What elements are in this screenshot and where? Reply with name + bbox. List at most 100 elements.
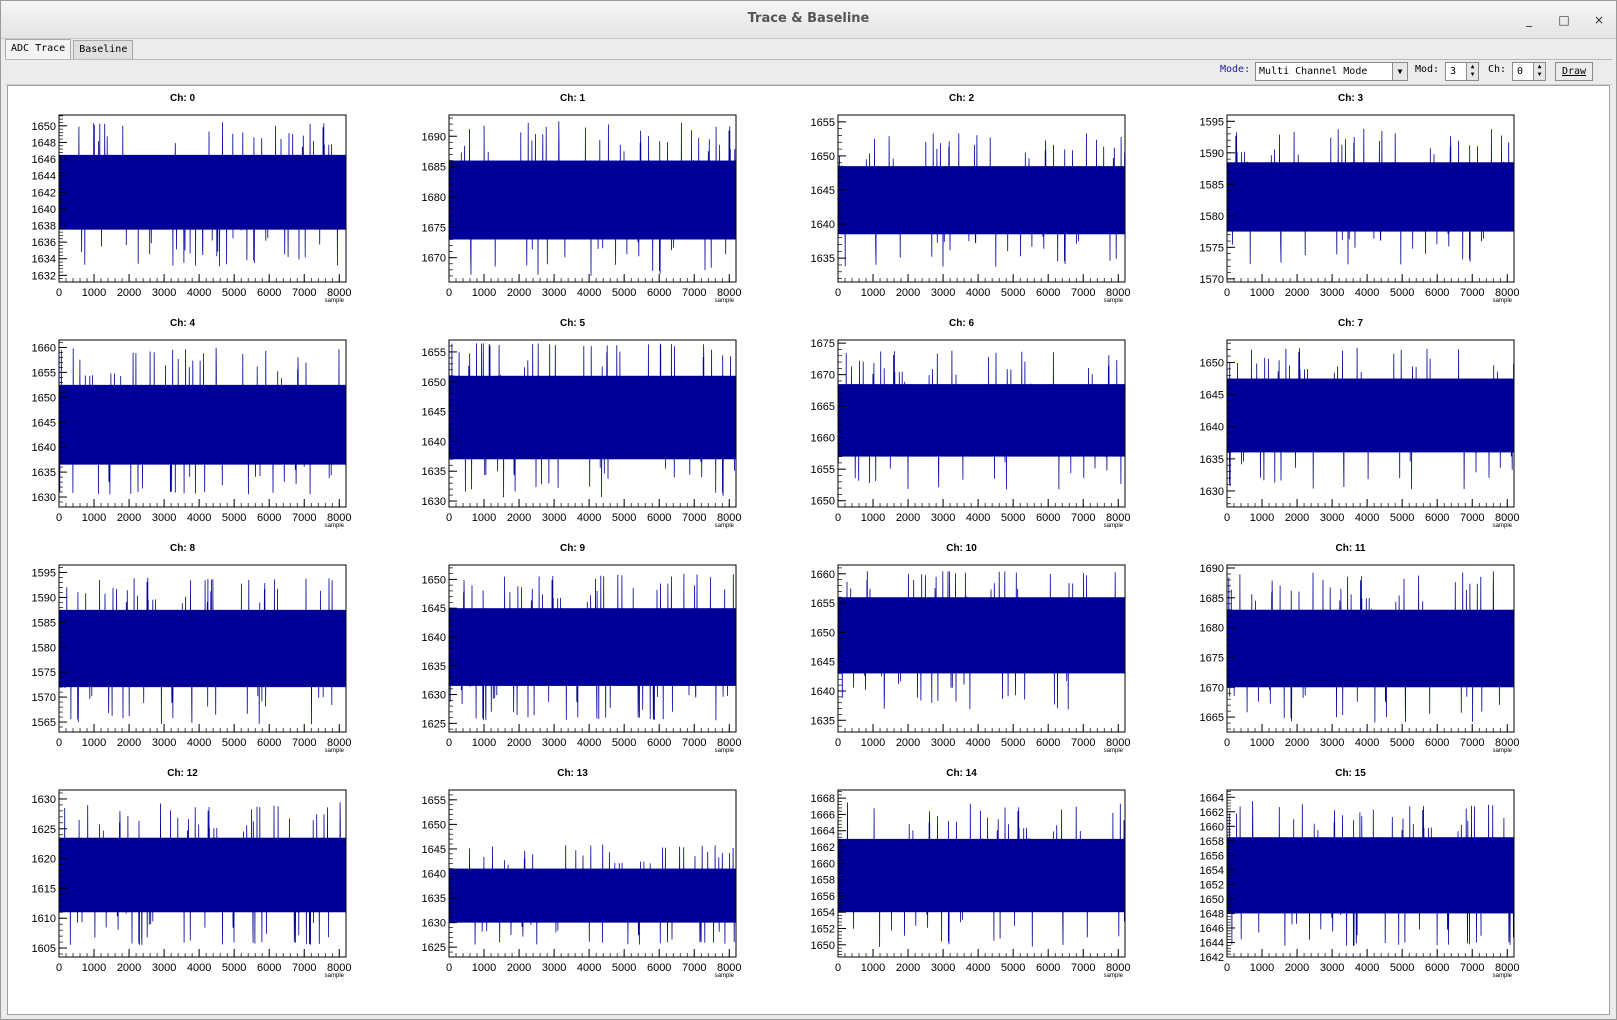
channel-plot: Ch: 1 1670 1675 1680 1685 1690 0 1000 2000 3000 40… — [422, 93, 742, 304]
channel-plot: Ch: 5 1630 1635 1640 1645 1650 1655 0 1000 2000 30… — [422, 318, 742, 529]
draw-button[interactable]: Draw — [1555, 62, 1594, 81]
x-tick-label: 4000 — [1355, 737, 1379, 749]
y-tick-label: 1625 — [422, 718, 446, 730]
y-tick-label: 1645 — [32, 417, 56, 429]
x-axis-title: sample — [325, 973, 345, 979]
x-tick-label: 1000 — [472, 512, 496, 524]
y-tick-label: 1655 — [811, 117, 835, 129]
trace-line — [59, 577, 346, 725]
x-tick-label: 1000 — [1250, 512, 1274, 524]
x-tick-label: 6000 — [647, 962, 671, 974]
x-tick-label: 1000 — [472, 287, 496, 299]
chevron-down-icon[interactable]: ▼ — [1392, 63, 1407, 80]
plot-title: Ch: 3 — [1338, 93, 1363, 104]
y-tick-label: 1630 — [32, 794, 56, 806]
spinner-arrows-icon[interactable]: ▲ ▼ — [1466, 63, 1478, 80]
y-tick-label: 1654 — [1200, 865, 1224, 877]
x-tick-label: 2000 — [896, 962, 920, 974]
y-tick-label: 1655 — [422, 795, 446, 807]
y-tick-label: 1575 — [32, 667, 56, 679]
x-tick-label: 3000 — [542, 737, 566, 749]
x-tick-label: 7000 — [1460, 287, 1484, 299]
tab-adc-trace[interactable]: ADC Trace — [5, 39, 72, 59]
x-tick-label: 6000 — [647, 512, 671, 524]
x-tick-label: 5000 — [1001, 512, 1025, 524]
y-tick-label: 1635 — [811, 715, 835, 727]
y-tick-label: 1645 — [422, 603, 446, 615]
plot-title: Ch: 14 — [946, 768, 977, 779]
x-tick-label: 4000 — [577, 287, 601, 299]
ch-spinner[interactable]: 0 ▲ ▼ — [1512, 62, 1546, 81]
y-tick-label: 1670 — [811, 370, 835, 382]
x-tick-label: 2000 — [896, 737, 920, 749]
x-tick-label: 2000 — [117, 512, 141, 524]
y-tick-label: 1635 — [1200, 454, 1224, 466]
mod-spinner[interactable]: 3 ▲ ▼ — [1445, 62, 1479, 81]
x-tick-label: 3000 — [152, 512, 176, 524]
x-tick-label: 5000 — [222, 962, 246, 974]
plot-title: Ch: 15 — [1335, 768, 1366, 779]
y-tick-label: 1660 — [811, 858, 835, 870]
maximize-button[interactable]: □ — [1556, 12, 1572, 28]
x-tick-label: 1000 — [861, 287, 885, 299]
mode-label: Mode: — [1220, 64, 1251, 75]
x-tick-label: 5000 — [222, 287, 246, 299]
x-tick-label: 7000 — [292, 512, 316, 524]
y-tick-label: 1650 — [422, 377, 446, 389]
x-tick-label: 5000 — [612, 737, 636, 749]
mode-select[interactable]: Multi Channel Mode ▼ — [1255, 62, 1408, 81]
y-tick-label: 1595 — [32, 567, 56, 579]
y-tick-label: 1640 — [811, 219, 835, 231]
x-tick-label: 1000 — [472, 962, 496, 974]
title-bar[interactable]: Trace & Baseline _ □ × — [1, 1, 1616, 39]
y-tick-label: 1630 — [422, 496, 446, 508]
x-axis-title: sample — [325, 523, 345, 529]
ch-label: Ch: — [1488, 64, 1507, 75]
spinner-arrows-icon[interactable]: ▲ ▼ — [1533, 63, 1545, 80]
y-tick-label: 1680 — [1200, 623, 1224, 635]
x-axis-title: sample — [1104, 973, 1124, 979]
y-tick-label: 1650 — [811, 940, 835, 952]
plot-title: Ch: 0 — [170, 93, 195, 104]
y-tick-label: 1590 — [1200, 148, 1224, 160]
y-tick-label: 1635 — [811, 253, 835, 265]
y-tick-label: 1690 — [422, 131, 446, 143]
y-tick-label: 1655 — [811, 464, 835, 476]
y-tick-label: 1650 — [811, 151, 835, 163]
x-tick-label: 6000 — [1036, 962, 1060, 974]
x-tick-label: 6000 — [257, 287, 281, 299]
plot-canvas[interactable]: Ch: 0 1632 1634 1636 1638 1640 1642 1644 1646 164… — [7, 85, 1610, 1015]
x-tick-label: 3000 — [1320, 287, 1344, 299]
y-tick-label: 1664 — [1200, 792, 1224, 804]
x-tick-label: 4000 — [187, 737, 211, 749]
close-button[interactable]: × — [1591, 12, 1607, 28]
x-tick-label: 0 — [835, 287, 841, 299]
x-tick-label: 4000 — [577, 962, 601, 974]
x-tick-label: 3000 — [931, 512, 955, 524]
y-tick-label: 1640 — [1200, 422, 1224, 434]
x-tick-label: 5000 — [1001, 962, 1025, 974]
x-tick-label: 4000 — [577, 512, 601, 524]
x-tick-label: 2000 — [507, 512, 531, 524]
y-tick-label: 1595 — [1200, 116, 1224, 128]
x-tick-label: 7000 — [1460, 737, 1484, 749]
y-tick-label: 1635 — [32, 467, 56, 479]
x-tick-label: 3000 — [931, 287, 955, 299]
x-tick-label: 6000 — [647, 737, 671, 749]
y-tick-label: 1648 — [32, 137, 56, 149]
y-tick-label: 1660 — [32, 342, 56, 354]
channel-plot: Ch: 2 1635 1640 1645 1650 1655 0 1000 2000 3000 40… — [811, 93, 1131, 304]
x-tick-label: 1000 — [861, 512, 885, 524]
x-tick-label: 5000 — [612, 512, 636, 524]
x-tick-label: 0 — [56, 287, 62, 299]
x-tick-label: 3000 — [152, 737, 176, 749]
x-tick-label: 7000 — [1071, 287, 1095, 299]
x-tick-label: 2000 — [507, 737, 531, 749]
x-tick-label: 6000 — [647, 287, 671, 299]
x-tick-label: 1000 — [82, 962, 106, 974]
minimize-button[interactable]: _ — [1521, 12, 1537, 28]
tab-baseline[interactable]: Baseline — [73, 40, 134, 60]
y-tick-label: 1666 — [811, 809, 835, 821]
x-tick-label: 3000 — [931, 962, 955, 974]
y-tick-label: 1580 — [1200, 211, 1224, 223]
